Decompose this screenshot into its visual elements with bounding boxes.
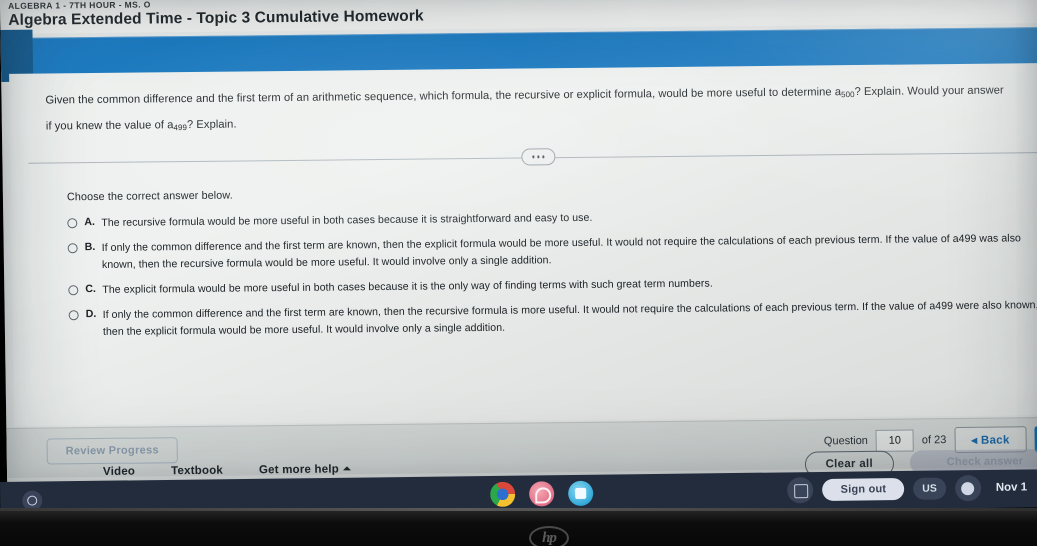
question-prompt: Given the common difference and the firs… — [45, 81, 1037, 139]
radio-button-c[interactable] — [68, 285, 79, 296]
question-prompt-line-1-b: ? Explain. Would your answer — [854, 84, 1004, 99]
question-label: Question — [823, 434, 868, 448]
screen-capture-icon[interactable] — [787, 477, 814, 504]
keyboard-layout-indicator[interactable]: US — [913, 477, 946, 500]
radio-button-a[interactable] — [67, 218, 78, 229]
shelf-app-list — [490, 480, 594, 508]
chromebook-screen: ALGEBRA 1 - 7TH HOUR - MS. O Algebra Ext… — [0, 0, 1037, 490]
answer-choice-text: The explicit formula would be more usefu… — [102, 277, 713, 296]
get-more-help-link[interactable]: Get more help — [259, 463, 351, 476]
answer-choice-text: If only the common difference and the fi… — [101, 232, 1022, 271]
answer-choice-list: A. The recursive formula would be more u… — [67, 203, 1037, 347]
question-prompt-subscript-499: 499 — [173, 123, 188, 133]
bezel-hairline — [0, 508, 1037, 511]
status-icon[interactable] — [954, 475, 981, 502]
answer-choice-text: The recursive formula would be more usef… — [101, 211, 593, 229]
help-links-row: Video Textbook Get more help — [103, 463, 351, 478]
answer-choice-d[interactable]: D. If only the common difference and the… — [68, 295, 1037, 343]
answer-choice-letter: A. — [84, 216, 95, 229]
more-options-ellipsis-button[interactable] — [521, 148, 556, 166]
choose-answer-label: Choose the correct answer below. — [66, 189, 233, 204]
question-total-label: of 23 — [921, 434, 947, 447]
answer-choice-b[interactable]: B. If only the common difference and the… — [67, 228, 1037, 276]
radio-button-d[interactable] — [68, 310, 79, 321]
answer-choice-letter: B. — [84, 241, 96, 254]
ellipsis-dot-icon — [531, 155, 535, 159]
hp-brand-logo: hp — [529, 526, 569, 546]
answer-choice-letter: C. — [85, 283, 96, 296]
ellipsis-dot-icon — [537, 155, 540, 159]
textbook-link[interactable]: Textbook — [171, 465, 223, 478]
back-button-label: Back — [980, 434, 1010, 447]
video-link[interactable]: Video — [103, 466, 135, 478]
radio-button-b[interactable] — [67, 243, 78, 254]
question-prompt-line-2-b: ? Explain. — [186, 118, 237, 132]
back-arrow-icon: ◂ — [971, 434, 978, 447]
photo-of-chromebook-screen: ALGEBRA 1 - 7TH HOUR - MS. O Algebra Ext… — [0, 0, 1037, 546]
ellipsis-dot-icon — [542, 155, 545, 159]
get-more-help-label: Get more help — [258, 463, 339, 477]
blue-app-icon[interactable] — [568, 480, 594, 507]
answer-choice-letter: D. — [85, 308, 97, 321]
question-prompt-line-2-a: if you knew the value of a — [45, 119, 174, 133]
laptop-bezel — [0, 508, 1037, 546]
answer-choice-text: If only the common difference and the fi… — [102, 299, 1037, 338]
clock-date-label[interactable]: Nov 1 — [990, 477, 1030, 497]
question-prompt-line-2: if you knew the value of a499? Explain. — [46, 107, 1037, 139]
question-prompt-line-1-a: Given the common difference and the firs… — [45, 86, 842, 107]
caret-up-icon — [342, 466, 351, 471]
question-number-input[interactable]: 10 — [875, 429, 915, 452]
chrome-browser-icon[interactable] — [490, 481, 516, 508]
chromeos-system-tray: Sign out US Nov 1 — [787, 474, 1030, 504]
review-progress-button[interactable]: Review Progress — [46, 437, 179, 465]
pink-app-icon[interactable] — [529, 481, 555, 507]
question-card: Given the common difference and the firs… — [9, 62, 1037, 478]
sign-out-button[interactable]: Sign out — [822, 477, 905, 501]
question-prompt-subscript-500: 500 — [841, 90, 855, 100]
section-divider — [28, 143, 1037, 172]
